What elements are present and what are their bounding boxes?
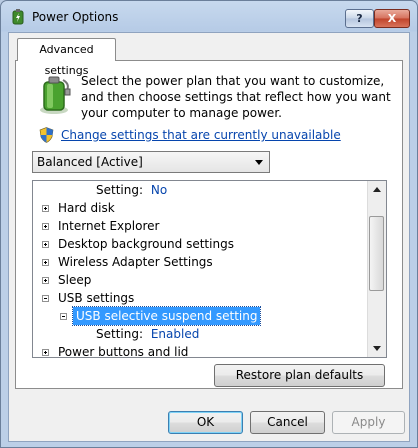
power-options-app-icon bbox=[12, 9, 24, 25]
ok-button[interactable]: OK bbox=[168, 411, 243, 434]
uac-shield-icon bbox=[39, 127, 54, 143]
apply-button[interactable]: Apply bbox=[332, 411, 405, 434]
tree-item-label: Desktop background settings bbox=[58, 237, 234, 251]
tree-item-power-buttons[interactable]: Power buttons and lid bbox=[33, 343, 363, 357]
settings-tree[interactable]: Setting: No Hard disk Internet Explorer … bbox=[32, 180, 387, 358]
close-button[interactable]: X bbox=[374, 9, 410, 28]
expand-plus-icon[interactable] bbox=[42, 205, 49, 212]
collapse-minus-icon[interactable] bbox=[60, 313, 67, 320]
help-button[interactable]: ? bbox=[345, 9, 374, 28]
expand-plus-icon[interactable] bbox=[42, 259, 49, 266]
expand-plus-icon[interactable] bbox=[42, 223, 49, 230]
tree-setting-label: Setting: bbox=[96, 327, 144, 341]
power-plan-dropdown[interactable]: Balanced [Active] bbox=[32, 151, 270, 173]
power-options-window: Power Options ? X Advanced settings Sele… bbox=[0, 0, 418, 448]
tab-advanced-settings[interactable]: Advanced settings bbox=[17, 38, 116, 77]
window-title: Power Options bbox=[32, 10, 119, 24]
tree-item-label: USB settings bbox=[58, 291, 135, 305]
tree-item-label: Wireless Adapter Settings bbox=[58, 255, 213, 269]
tree-item-internet-explorer[interactable]: Internet Explorer bbox=[33, 217, 363, 235]
tree-item-label: Hard disk bbox=[58, 201, 115, 215]
tree-item-label: Power buttons and lid bbox=[58, 345, 189, 357]
tree-setting-label: Setting: bbox=[96, 183, 144, 197]
tree-setting-value[interactable]: No bbox=[151, 183, 167, 197]
intro-description: Select the power plan that you want to c… bbox=[81, 74, 391, 120]
scroll-down-arrow-icon[interactable] bbox=[369, 340, 385, 356]
expand-plus-icon[interactable] bbox=[42, 241, 49, 248]
tree-item-hard-disk[interactable]: Hard disk bbox=[33, 199, 363, 217]
tree-item-label: Sleep bbox=[58, 273, 92, 287]
scrollbar-thumb[interactable] bbox=[369, 216, 384, 291]
tree-item-usb-selective-suspend[interactable]: USB selective suspend setting bbox=[33, 306, 363, 326]
scroll-up-arrow-icon[interactable] bbox=[369, 182, 385, 198]
tree-item-usb-settings[interactable]: USB settings bbox=[33, 289, 363, 307]
tree-setting-row[interactable]: Setting: No bbox=[96, 181, 167, 199]
tree-item-wireless-adapter[interactable]: Wireless Adapter Settings bbox=[33, 253, 363, 271]
tree-item-label: Internet Explorer bbox=[58, 219, 160, 233]
tree-setting-row[interactable]: Setting: Enabled bbox=[96, 325, 199, 343]
tree-item-desktop-background[interactable]: Desktop background settings bbox=[33, 235, 363, 253]
collapse-minus-icon[interactable] bbox=[42, 295, 49, 302]
expand-plus-icon[interactable] bbox=[42, 349, 49, 356]
tree-item-label-selected: USB selective suspend setting bbox=[71, 306, 262, 326]
dialog-client-area: Advanced settings Select the power plan … bbox=[8, 32, 410, 442]
expand-plus-icon[interactable] bbox=[42, 277, 49, 284]
tree-vertical-scrollbar[interactable] bbox=[367, 181, 386, 357]
advanced-settings-panel: Select the power plan that you want to c… bbox=[15, 60, 403, 389]
title-bar[interactable]: Power Options ? X bbox=[1, 1, 417, 32]
cancel-button[interactable]: Cancel bbox=[250, 411, 325, 434]
tree-item-sleep[interactable]: Sleep bbox=[33, 271, 363, 289]
settings-tree-viewport: Setting: No Hard disk Internet Explorer … bbox=[33, 181, 368, 357]
power-plan-dropdown-value: Balanced [Active] bbox=[37, 155, 143, 169]
tree-setting-value[interactable]: Enabled bbox=[151, 327, 200, 341]
restore-plan-defaults-button[interactable]: Restore plan defaults bbox=[214, 364, 385, 387]
chevron-down-icon[interactable] bbox=[255, 160, 263, 165]
change-unavailable-settings-link[interactable]: Change settings that are currently unava… bbox=[61, 128, 341, 142]
